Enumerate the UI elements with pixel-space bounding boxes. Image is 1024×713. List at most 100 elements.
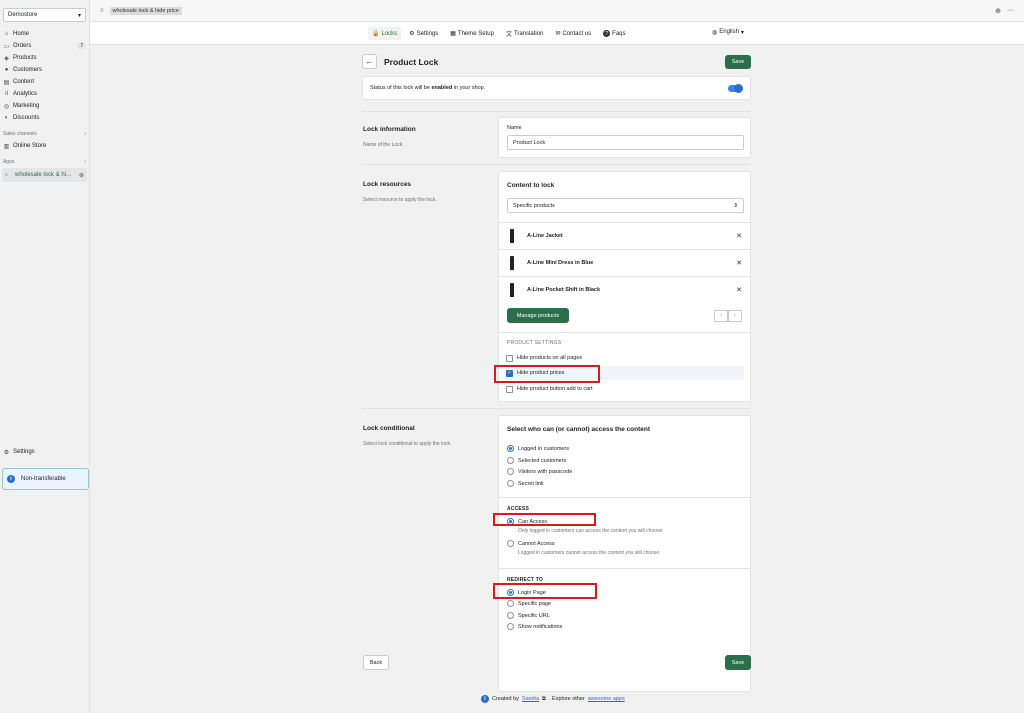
prev-page-button[interactable]: ‹ xyxy=(714,310,728,322)
save-button-top[interactable]: Save xyxy=(725,54,751,69)
option-hide-add-to-cart[interactable]: Hide product button add to cart xyxy=(505,382,744,396)
enabled-toggle[interactable] xyxy=(728,83,743,93)
sidebar-item-content[interactable]: ▤ Content xyxy=(0,76,89,88)
who-option-logged-in[interactable]: Logged in customers xyxy=(507,443,569,454)
radio[interactable] xyxy=(507,480,514,487)
tab-translation[interactable]: 文 Translation xyxy=(502,27,547,40)
sidebar-item-settings[interactable]: ⚙ Settings xyxy=(0,446,89,458)
lock-icon: 🔒 xyxy=(372,31,380,37)
remove-product-icon[interactable]: ✕ xyxy=(736,286,742,294)
remove-product-icon[interactable]: ✕ xyxy=(736,232,742,240)
access-option-cannot[interactable]: Cannot Access xyxy=(507,538,555,549)
sidebar-item-home[interactable]: ⌂ Home xyxy=(0,28,89,40)
next-page-button[interactable]: › xyxy=(728,310,742,322)
discount-icon: ◐ xyxy=(4,115,9,121)
radio[interactable] xyxy=(507,600,514,607)
radio[interactable] xyxy=(507,468,514,475)
option-label: Specific page xyxy=(518,600,552,607)
radio[interactable] xyxy=(507,612,514,619)
tab-faqs[interactable]: ? Faqs xyxy=(599,27,629,40)
tab-theme-setup[interactable]: ▦ Theme Setup xyxy=(446,27,498,40)
tab-locks[interactable]: 🔒 Locks xyxy=(368,27,402,40)
tab-contact-us[interactable]: ✉ Contact us xyxy=(551,27,595,40)
save-button-bottom[interactable]: Save xyxy=(725,655,751,670)
option-label: Visitors with passcode xyxy=(518,468,573,475)
option-label: Cannot Access xyxy=(518,540,555,547)
content-type-select[interactable]: Specific products ⇕ xyxy=(507,198,744,213)
cannot-access-help: Logged in customers cannot access the co… xyxy=(518,550,661,556)
who-option-passcode[interactable]: Visitors with passcode xyxy=(507,466,572,477)
redirect-option-page[interactable]: Specific page xyxy=(507,598,551,609)
radio[interactable] xyxy=(507,540,514,547)
option-label: Show notifications xyxy=(518,623,563,630)
author-link[interactable]: Samita xyxy=(522,696,539,702)
product-settings-heading: PRODUCT SETTINGS xyxy=(507,340,562,346)
highlight-can-access xyxy=(493,513,596,526)
sales-channels-header[interactable]: Sales channels › xyxy=(0,128,89,140)
redirect-option-notifications[interactable]: Show notifications xyxy=(507,621,562,632)
manage-products-button[interactable]: Manage products xyxy=(507,308,569,323)
app-title: wholesale lock & hide price xyxy=(109,6,182,15)
sidebar-item-label: Marketing xyxy=(13,103,40,109)
product-thumbnail xyxy=(507,255,517,271)
checkbox[interactable] xyxy=(506,385,513,393)
checkbox[interactable] xyxy=(506,354,513,362)
who-option-secret-link[interactable]: Secret link xyxy=(507,478,544,489)
section-label: Sales channels xyxy=(3,131,37,137)
sidebar-item-customers[interactable]: ● Customers xyxy=(0,64,89,76)
lock-resources-subtitle: Select resource to apply the lock. xyxy=(363,197,437,203)
status-card: Status of this lock will be enabled in y… xyxy=(362,76,751,100)
content-to-lock-label: Content to lock xyxy=(507,182,555,189)
divider xyxy=(362,164,751,165)
option-label: Hide product button add to cart xyxy=(517,386,593,392)
tab-settings[interactable]: ⚙ Settings xyxy=(405,27,442,40)
option-label: Secret link xyxy=(518,480,544,487)
redirect-option-url[interactable]: Specific URL xyxy=(507,610,550,621)
sidebar-item-marketing[interactable]: ◎ Marketing xyxy=(0,100,89,112)
sidebar-item-orders[interactable]: ▭ Orders 7 xyxy=(0,40,89,52)
who-option-selected[interactable]: Selected customers xyxy=(507,455,566,466)
radio[interactable] xyxy=(507,457,514,464)
store-selector[interactable]: Demostore ▾ xyxy=(3,8,86,22)
radio-selected[interactable] xyxy=(507,445,514,452)
orders-count-badge: 7 xyxy=(77,43,86,49)
info-icon: i xyxy=(481,695,489,703)
footer: i Created by Samita ⧉ . Explore other aw… xyxy=(481,695,625,703)
name-label: Name xyxy=(507,125,522,131)
sidebar-item-products[interactable]: ◈ Products xyxy=(0,52,89,64)
awesome-apps-link[interactable]: awesome apps xyxy=(588,696,625,702)
sidebar-item-label: Customers xyxy=(13,67,43,73)
mail-icon: ✉ xyxy=(555,31,561,37)
main-content: ← Product Lock Save Status of this lock … xyxy=(90,45,1024,713)
non-transferable-banner[interactable]: i Non-transferable xyxy=(2,468,89,490)
sidebar-item-online-store[interactable]: ▥ Online Store xyxy=(0,140,89,152)
sidebar-item-analytics[interactable]: ıl Analytics xyxy=(0,88,89,100)
language-label: English xyxy=(719,29,739,35)
lock-info-card: Name Product Lock xyxy=(498,117,751,158)
apps-header[interactable]: Apps › xyxy=(0,156,89,168)
sidebar-item-discounts[interactable]: ◐ Discounts xyxy=(0,112,89,124)
chevron-right-icon: › xyxy=(84,131,86,137)
language-selector[interactable]: ◍ English ▾ xyxy=(712,29,744,36)
radio[interactable] xyxy=(507,623,514,630)
tab-label: Settings xyxy=(416,30,439,37)
app-menu-icon: ≡ xyxy=(100,7,104,14)
back-button[interactable]: Back xyxy=(363,655,389,670)
banner-label: Non-transferable xyxy=(21,476,66,482)
product-row: A-Line Pocket Shift in Black ✕ xyxy=(499,276,750,303)
name-input[interactable]: Product Lock xyxy=(507,135,744,150)
app-navigation: 🔒 Locks ⚙ Settings ▦ Theme Setup 文 Translati… xyxy=(90,22,1024,45)
more-icon[interactable]: ··· xyxy=(1007,7,1014,15)
sidebar-item-wholesale-app[interactable]: ≡ wholesale lock & hi... ⊕ xyxy=(2,168,87,182)
pin-icon[interactable]: ⊕ xyxy=(79,172,84,179)
remove-product-icon[interactable]: ✕ xyxy=(736,259,742,267)
external-link-icon: ⧉ xyxy=(542,695,546,702)
sidebar-item-label: wholesale lock & hi... xyxy=(15,172,72,178)
pin-icon[interactable]: ⊕ xyxy=(995,7,1001,15)
option-hide-products[interactable]: Hide products on all pages xyxy=(505,351,744,365)
who-access-label: Select who can (or cannot) access the co… xyxy=(507,426,651,433)
divider xyxy=(362,408,751,409)
tab-label: Contact us xyxy=(562,30,592,37)
store-icon: ▥ xyxy=(3,143,10,150)
back-arrow-button[interactable]: ← xyxy=(362,54,377,69)
